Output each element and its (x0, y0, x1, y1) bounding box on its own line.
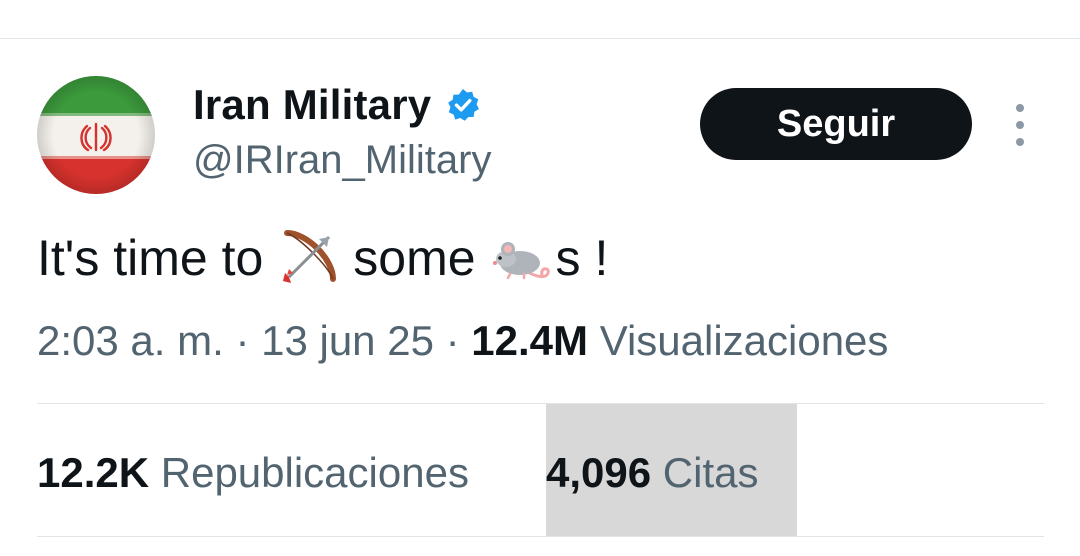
verified-badge-icon[interactable] (445, 87, 481, 123)
more-vertical-icon[interactable] (1004, 104, 1036, 146)
iran-flag-icon (37, 76, 155, 194)
tweet-date[interactable]: 13 jun 25 (261, 317, 434, 364)
more-dot (1016, 121, 1024, 129)
reposts-label: Republicaciones (160, 449, 469, 496)
views-count: 12.4M (471, 317, 589, 364)
tweet-text-part: It's time to (37, 230, 264, 286)
mouse-icon (492, 242, 550, 280)
views-label: Visualizaciones (599, 317, 889, 364)
more-dot (1016, 104, 1024, 112)
display-name[interactable]: Iran Military (193, 78, 481, 132)
reposts-count: 12.2K (37, 449, 150, 496)
quotes-stat[interactable]: 4,096 Citas (546, 444, 758, 502)
tweet-text-part: s ! (555, 230, 609, 286)
reposts-stat[interactable]: 12.2K Republicaciones (37, 444, 469, 502)
display-name-text[interactable]: Iran Military (193, 78, 431, 132)
divider (37, 536, 1044, 537)
tweet-text-part: some (353, 230, 476, 286)
tweet-text: It's time to some s ! (37, 226, 608, 290)
tweet-time[interactable]: 2:03 a. m. (37, 317, 224, 364)
top-divider (0, 38, 1080, 39)
tweet-meta: 2:03 a. m. · 13 jun 25 · 12.4M Visualiza… (37, 314, 888, 368)
quotes-count: 4,096 (546, 449, 652, 496)
user-handle[interactable]: @IRIran_Military (193, 134, 491, 186)
bow-and-arrow-icon (283, 230, 337, 283)
meta-separator: · (235, 317, 250, 364)
follow-button[interactable]: Seguir (700, 88, 972, 160)
avatar[interactable] (37, 76, 155, 194)
divider (37, 403, 1044, 404)
meta-separator: · (445, 317, 460, 364)
quotes-label: Citas (662, 449, 759, 496)
more-dot (1016, 138, 1024, 146)
